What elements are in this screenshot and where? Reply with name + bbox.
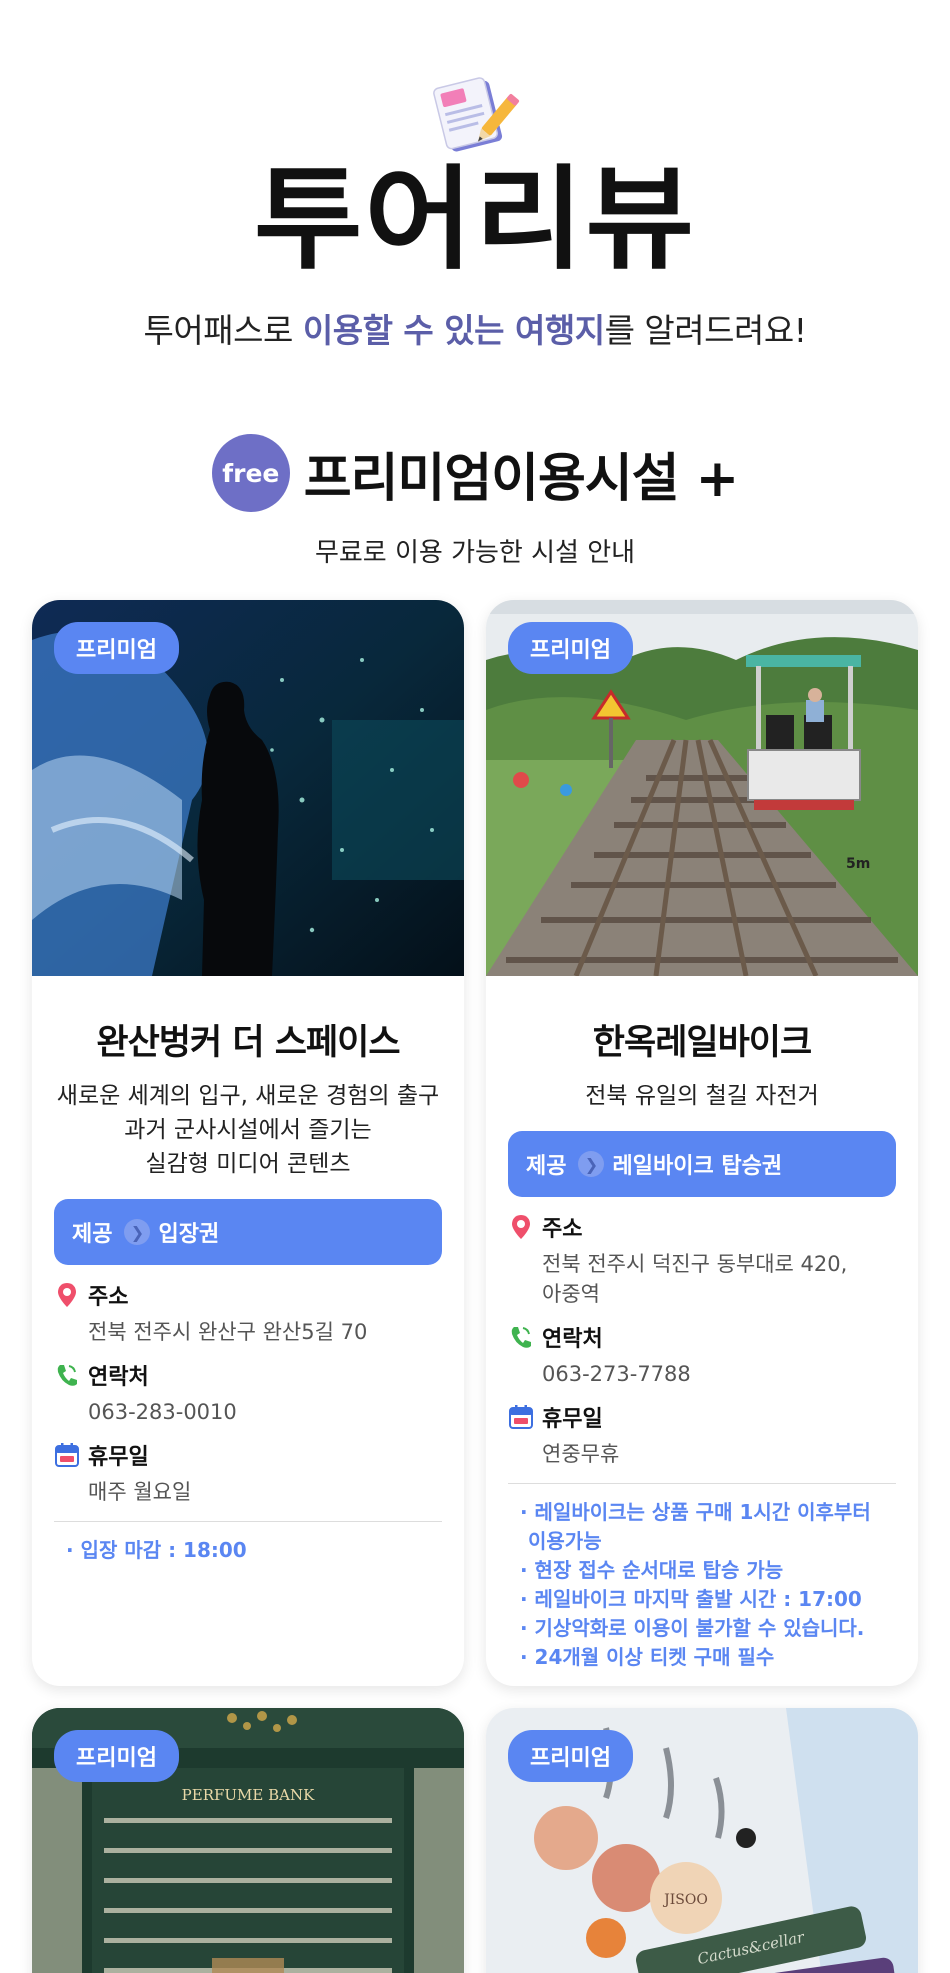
description-line: 실감형 미디어 콘텐츠 (145, 1151, 351, 1177)
address-line: 전북 전주시 덕진구 동부대로 420, (542, 1252, 848, 1276)
provide-value: 레일바이크 탑승권 (612, 1154, 783, 1179)
section-subtitle: 무료로 이용 가능한 시설 안내 (314, 538, 636, 568)
facility-description: 새로운 세계의 입구, 새로운 경험의 출구 과거 군사시설에서 즐기는 실감형… (32, 1079, 464, 1181)
address-value: 전북 전주시 완산구 완산5길 70 (88, 1320, 368, 1344)
facility-card[interactable]: 프리미엄 완산벙커 더 스페이스 새로운 세계의 입구, 새로운 경험의 출구 … (32, 600, 464, 1686)
address-line: 아중역 (542, 1282, 600, 1306)
contact-label: 연락처 (88, 1365, 149, 1390)
contact-row: 연락처 063-283-0010 (54, 1359, 442, 1427)
note-item: 이용가능 (528, 1529, 602, 1553)
subtitle-text-end: 를 알려드려요! (604, 311, 807, 350)
section-title: 프리미엄이용시설 + (303, 448, 739, 509)
premium-badge: 프리미엄 (54, 622, 179, 674)
perfume-bank-sign: PERFUME BANK (182, 1786, 315, 1804)
facility-card[interactable]: PERFUME BANK 프리미엄 (32, 1708, 464, 1973)
page-header: 투어리뷰 투어패스로 이용할 수 있는 여행지를 알려드려요! free 프리미… (0, 0, 950, 569)
divider (508, 1483, 896, 1484)
holiday-row: 휴무일 연중무휴 (508, 1401, 896, 1469)
address-row: 주소 전북 전주시 덕진구 동부대로 420, 아중역 (508, 1211, 896, 1309)
contact-row: 연락처 063-273-7788 (508, 1321, 896, 1389)
page-subtitle: 투어패스로 이용할 수 있는 여행지를 알려드려요! (0, 304, 950, 352)
phone-icon (54, 1361, 80, 1389)
provide-value: 입장권 (158, 1222, 220, 1247)
phone-icon (508, 1323, 534, 1351)
provide-banner: 제공 ❯ 입장권 (54, 1199, 442, 1265)
description-line: 과거 군사시설에서 즐기는 (124, 1117, 372, 1143)
facility-image: PERFUME BANK 프리미엄 (32, 1708, 464, 1973)
address-label: 주소 (88, 1285, 129, 1310)
calendar-icon (508, 1403, 534, 1431)
document-pencil-icon (430, 70, 520, 158)
facility-notes: · 레일바이크는 상품 구매 1시간 이후부터 이용가능 · 현장 접수 순서대… (512, 1498, 892, 1672)
holiday-value: 매주 월요일 (88, 1480, 192, 1504)
note-item: · 레일바이크 마지막 출발 시간 : 17:00 (520, 1587, 862, 1611)
chevron-right-icon: ❯ (124, 1219, 151, 1245)
free-badge: free (211, 434, 290, 512)
facility-card[interactable]: JISOO Cactus&cellar 프리미엄 (486, 1708, 918, 1973)
contact-value[interactable]: 063-273-7788 (542, 1359, 896, 1389)
premium-badge: 프리미엄 (508, 1730, 633, 1782)
premium-badge: 프리미엄 (54, 1730, 179, 1782)
location-pin-icon (54, 1281, 80, 1309)
facility-image: JISOO Cactus&cellar 프리미엄 (486, 1708, 918, 1973)
subtitle-text: 투어패스로 (143, 311, 303, 350)
provide-banner: 제공 ❯ 레일바이크 탑승권 (508, 1131, 896, 1197)
address-value: 전북 전주시 덕진구 동부대로 420, 아중역 (542, 1249, 896, 1309)
facility-notes: · 입장 마감 : 18:00 (58, 1536, 438, 1565)
description-line: 새로운 세계의 입구, 새로운 경험의 출구 (56, 1083, 440, 1109)
facility-description: 전북 유일의 철길 자전거 (486, 1079, 918, 1113)
contact-label: 연락처 (542, 1327, 603, 1352)
contact-value[interactable]: 063-283-0010 (88, 1397, 442, 1427)
premium-badge: 프리미엄 (508, 622, 633, 674)
facility-title: 완산벙커 더 스페이스 (96, 1023, 400, 1063)
rail-sign-text: 5m (846, 856, 870, 872)
provide-label: 제공 (526, 1154, 567, 1179)
section-header: free 프리미엄이용시설 + (0, 434, 950, 512)
location-pin-icon (508, 1213, 534, 1241)
note-item: · 입장 마감 : 18:00 (66, 1538, 247, 1562)
note-item: · 현장 접수 순서대로 탑승 가능 (520, 1558, 784, 1582)
description-line: 전북 유일의 철길 자전거 (585, 1083, 819, 1109)
calendar-icon (54, 1441, 80, 1469)
holiday-label: 휴무일 (88, 1445, 149, 1470)
address-row: 주소 전북 전주시 완산구 완산5길 70 (54, 1279, 442, 1347)
note-item: · 24개월 이상 티켓 구매 필수 (520, 1645, 775, 1669)
note-item: · 레일바이크는 상품 구매 1시간 이후부터 (520, 1500, 871, 1524)
holiday-label: 휴무일 (542, 1407, 603, 1432)
subtitle-highlight: 이용할 수 있는 여행지 (302, 311, 605, 350)
provide-label: 제공 (72, 1222, 113, 1247)
keychain-name-a: JISOO (662, 1892, 708, 1908)
holiday-value: 연중무휴 (542, 1442, 620, 1466)
address-label: 주소 (542, 1217, 583, 1242)
facility-title: 한옥레일바이크 (592, 1023, 812, 1063)
page-title: 투어리뷰 (253, 153, 697, 285)
facility-image: 5m 프리미엄 (486, 600, 918, 976)
holiday-row: 휴무일 매주 월요일 (54, 1439, 442, 1507)
facility-card[interactable]: 5m 프리미엄 한옥레일바이크 전북 유일의 철길 자전거 제공 ❯ 레일바이크… (486, 600, 918, 1686)
facility-image: 프리미엄 (32, 600, 464, 976)
facility-info: 주소 전북 전주시 완산구 완산5길 70 연락처 063-283-0010 휴… (54, 1279, 442, 1507)
divider (54, 1521, 442, 1522)
chevron-right-icon: ❯ (578, 1151, 605, 1177)
note-item: · 기상악화로 이용이 불가할 수 있습니다. (520, 1616, 865, 1640)
facility-info: 주소 전북 전주시 덕진구 동부대로 420, 아중역 연락처 063-273-… (508, 1211, 896, 1469)
